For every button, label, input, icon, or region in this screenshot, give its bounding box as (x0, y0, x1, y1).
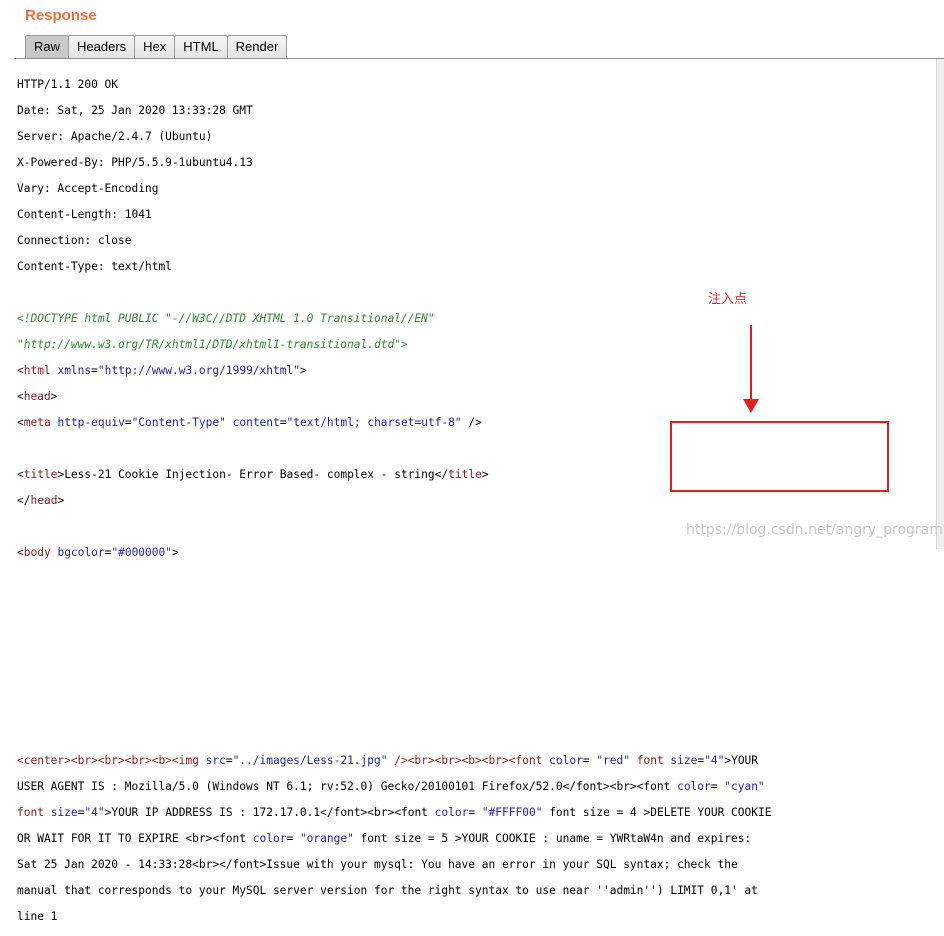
header-line: Connection: close (17, 234, 132, 247)
header-line: Content-Type: text/html (17, 260, 172, 273)
header-line: X-Powered-By: PHP/5.5.9-1ubuntu4.13 (17, 156, 253, 169)
doctype-line: <!DOCTYPE html PUBLIC "-//W3C//DTD XHTML… (17, 312, 435, 325)
code-line-head: <head> (17, 390, 58, 403)
code-line-error: Sat 25 Jan 2020 - 14:33:28<br></font>Iss… (17, 858, 738, 871)
code-line-center: <center><br><br><br><b><img src="../imag… (17, 754, 759, 767)
code-line-head-close: </head> (17, 494, 65, 507)
doctype-line: "http://www.w3.org/TR/xhtml1/DTD/xhtml1-… (17, 338, 408, 351)
watermark: https://blog.csdn.net/angry_program (686, 522, 943, 538)
tab-hex[interactable]: Hex (134, 35, 176, 58)
arrow-head-icon (743, 399, 759, 413)
tab-raw[interactable]: Raw (25, 35, 70, 58)
code-line-error: manual that corresponds to your MySQL se… (17, 884, 758, 897)
vertical-scrollbar[interactable] (936, 59, 944, 549)
code-line-ip: font size="4">YOUR IP ADDRESS IS : 172.1… (17, 806, 772, 819)
injection-point-label: 注入点 (708, 292, 748, 307)
code-line-html: <html xmlns="http://www.w3.org/1999/xhtm… (17, 364, 307, 377)
view-tabs: Raw Headers Hex HTML Render (25, 35, 288, 58)
tab-html[interactable]: HTML (174, 35, 228, 58)
header-line: Content-Length: 1041 (17, 208, 152, 221)
response-body[interactable]: HTTP/1.1 200 OK Date: Sat, 25 Jan 2020 1… (17, 65, 917, 936)
tab-render[interactable]: Render (226, 35, 288, 58)
header-line: Server: Apache/2.4.7 (Ubuntu) (17, 130, 213, 143)
annotation-highlight-box (670, 421, 889, 492)
annotation-arrow (750, 325, 752, 405)
response-title: Response (25, 7, 97, 24)
code-line-error: line 1 (17, 910, 58, 923)
header-line: HTTP/1.1 200 OK (17, 78, 119, 91)
code-line-cookie: OR WAIT FOR IT TO EXPIRE <br><font color… (17, 832, 752, 845)
tab-divider (14, 58, 944, 59)
tab-headers[interactable]: Headers (68, 35, 136, 58)
code-line-body: <body bgcolor="#000000"> (17, 546, 179, 559)
code-line-user-agent: USER AGENT IS : Mozilla/5.0 (Windows NT … (17, 780, 765, 793)
header-line: Date: Sat, 25 Jan 2020 13:33:28 GMT (17, 104, 253, 117)
header-line: Vary: Accept-Encoding (17, 182, 159, 195)
